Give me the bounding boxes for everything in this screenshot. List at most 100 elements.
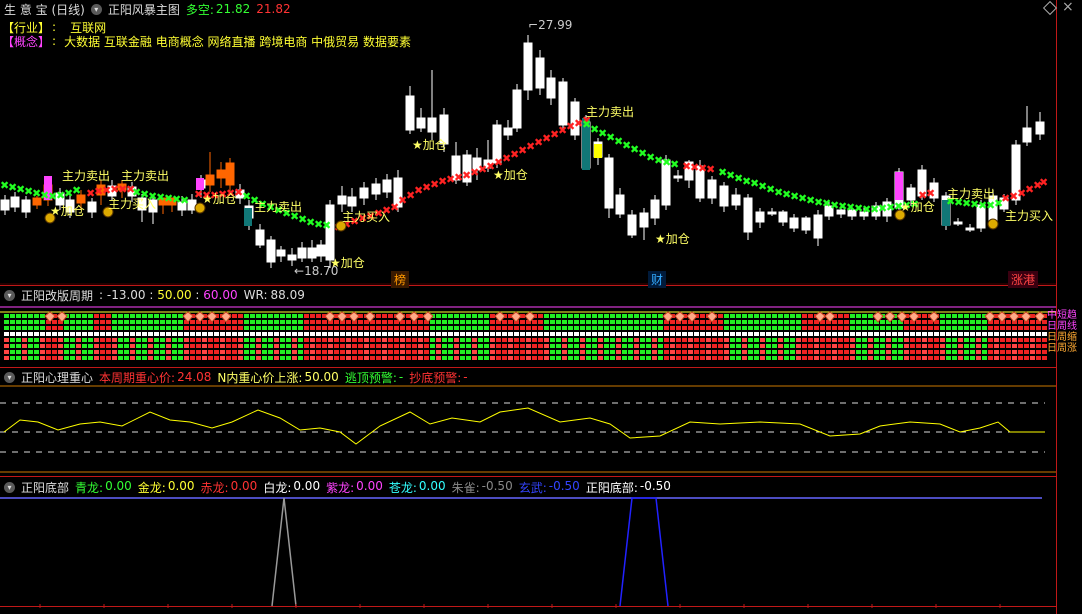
- cycle-cell: [214, 326, 219, 330]
- cycle-cell: [34, 338, 39, 342]
- collapse-circle-icon[interactable]: ▾: [4, 289, 15, 301]
- cycle-cell: [742, 320, 747, 324]
- cycle-cell: [862, 350, 867, 354]
- candle-body: [10, 196, 20, 208]
- cycle-cell: [766, 356, 771, 360]
- cycle-cell: [406, 338, 411, 342]
- cycle-cell: [592, 326, 597, 330]
- cycle-cell: [406, 326, 411, 330]
- cycle-cell: [724, 350, 729, 354]
- cycle-cell: [670, 350, 675, 354]
- cycle-cell: [370, 344, 375, 348]
- cycle-cell: [670, 320, 675, 324]
- cycle-cell: [892, 356, 897, 360]
- cycle-cell: [808, 332, 813, 336]
- close-window-icon[interactable]: ×: [1062, 0, 1074, 15]
- cycle-cell: [754, 338, 759, 342]
- cycle-cell: [172, 320, 177, 324]
- cycle-cell: [790, 338, 795, 342]
- cycle-cell: [184, 344, 189, 348]
- cycle-cell: [322, 344, 327, 348]
- cycle-cell: [490, 338, 495, 342]
- cycle-cell: [4, 314, 9, 318]
- cycle-cell: [550, 320, 555, 324]
- cycle-cell: [436, 338, 441, 342]
- candle-body: [405, 95, 415, 131]
- cycle-cell: [976, 350, 981, 354]
- cycle-cell: [556, 320, 561, 324]
- cycle-cell: [1030, 350, 1035, 354]
- cycle-cell: [550, 338, 555, 342]
- cycle-cell: [664, 338, 669, 342]
- cycle-cell: [298, 314, 303, 318]
- cycle-cell: [118, 344, 123, 348]
- cycle-cell: [544, 320, 549, 324]
- cycle-cell: [118, 338, 123, 342]
- cycle-cell: [238, 320, 243, 324]
- cycle-cell: [916, 344, 921, 348]
- candlestick-chart[interactable]: ✖✖✖✖✖✖✖✖✖✖✖✖✖✖✖✖✖✖✖✖✖✖✖✖✖✖✖✖✖✖✖✖✖✖✖✖✖ ✖✖✖…: [0, 0, 1056, 285]
- cycle-cell: [442, 320, 447, 324]
- cycle-cell: [910, 350, 915, 354]
- cycle-cell: [190, 350, 195, 354]
- cycle-cell: [952, 350, 957, 354]
- cycle-cell: [160, 332, 165, 336]
- trend-mark-green: ✖: [72, 184, 81, 197]
- cycle-cell: [748, 338, 753, 342]
- cycle-cell: [286, 338, 291, 342]
- cycle-cell: [196, 350, 201, 354]
- cycle-cell: [484, 356, 489, 360]
- cycle-cell: [124, 350, 129, 354]
- cycle-cell: [316, 344, 321, 348]
- cycle-cell: [964, 320, 969, 324]
- candle-body: [546, 77, 556, 99]
- cycle-cell: [988, 332, 993, 336]
- cycle-cell: [256, 350, 261, 354]
- cycle-cell: [898, 344, 903, 348]
- cycle-cell: [148, 338, 153, 342]
- cycle-cell: [46, 338, 51, 342]
- cycle-cell: [868, 332, 873, 336]
- cycle-cell: [550, 356, 555, 360]
- cycle-cell: [766, 338, 771, 342]
- cycle-cell: [652, 350, 657, 354]
- cycle-cell: [466, 344, 471, 348]
- cycle-cell: [772, 326, 777, 330]
- cycle-cell: [226, 338, 231, 342]
- cycle-cell: [352, 344, 357, 348]
- cycle-cell: [10, 326, 15, 330]
- event-marker-zhanggang[interactable]: 涨港: [1008, 271, 1039, 288]
- cycle-cell: [238, 326, 243, 330]
- cycle-cell: [796, 350, 801, 354]
- cycle-cell: [322, 332, 327, 336]
- cycle-cell: [694, 326, 699, 330]
- event-marker-bang[interactable]: 榜: [391, 271, 410, 288]
- event-marker-cai[interactable]: 财: [648, 271, 667, 288]
- cycle-cell: [952, 314, 957, 318]
- cycle-cell: [934, 350, 939, 354]
- cycle-cell: [604, 356, 609, 360]
- cycle-cell: [1012, 332, 1017, 336]
- candle-body: [639, 212, 649, 228]
- cycle-cell: [172, 356, 177, 360]
- cycle-cell: [100, 314, 105, 318]
- cycle-cell: [562, 326, 567, 330]
- cycle-cell: [172, 344, 177, 348]
- cycle-cell: [316, 326, 321, 330]
- candle-body: [731, 194, 741, 206]
- cycle-cell: [88, 332, 93, 336]
- cycle-cell: [814, 338, 819, 342]
- cycle-cell: [334, 332, 339, 336]
- cycle-cell: [280, 344, 285, 348]
- cycle-cell: [58, 356, 63, 360]
- cycle-cell: [10, 320, 15, 324]
- cycle-cell: [538, 338, 543, 342]
- cycle-cell: [778, 338, 783, 342]
- cycle-cell: [544, 338, 549, 342]
- cycle-cell: [28, 350, 33, 354]
- cycle-cell: [412, 350, 417, 354]
- cycle-cell: [418, 320, 423, 324]
- signal-sell: 主力卖出: [947, 187, 996, 201]
- cycle-cell: [1012, 338, 1017, 342]
- signal-add: ★加仓: [50, 204, 85, 218]
